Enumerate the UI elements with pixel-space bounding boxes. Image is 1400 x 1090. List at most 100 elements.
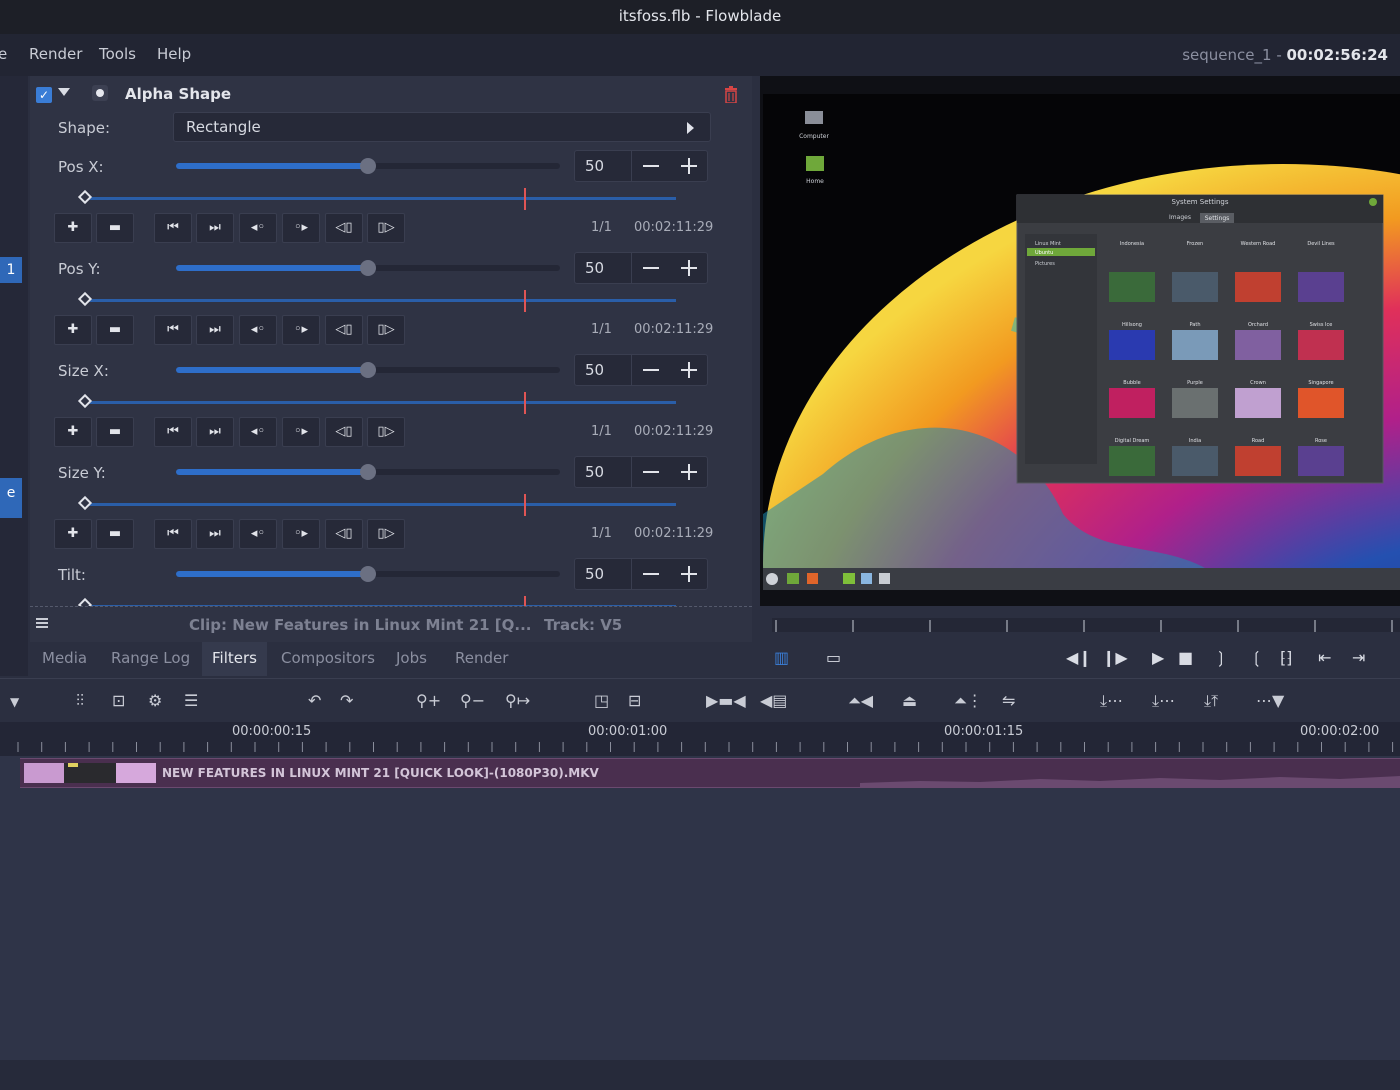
add-keyframe-icon[interactable]: ✚ xyxy=(54,417,92,447)
next-keyframe-icon[interactable]: ◦▸ xyxy=(282,213,320,243)
slider-knob[interactable] xyxy=(360,566,376,582)
param-value-spinner[interactable]: 50 xyxy=(574,354,708,386)
title-tool-icon[interactable]: ⊡ xyxy=(112,691,125,710)
minus-icon[interactable] xyxy=(643,471,659,473)
go-to-end-icon[interactable]: ⇥ xyxy=(1352,648,1365,667)
menu-item-tools[interactable]: Tools xyxy=(99,45,136,63)
param-value-spinner[interactable]: 50 xyxy=(574,252,708,284)
plus-icon[interactable] xyxy=(681,158,697,174)
overwrite-clip-icon[interactable]: ⋯▼ xyxy=(1256,691,1284,710)
keyframe-diamond-icon[interactable] xyxy=(77,393,93,409)
next-keyframe-icon[interactable]: ◦▸ xyxy=(282,315,320,345)
param-value[interactable]: 50 xyxy=(585,361,604,379)
mark-out-icon[interactable]: ❳ xyxy=(1214,648,1227,667)
menu-item-render[interactable]: Render xyxy=(29,45,82,63)
next-keyframe-icon[interactable]: ◦▸ xyxy=(282,519,320,549)
plus-icon[interactable] xyxy=(681,566,697,582)
keyframe-playhead[interactable] xyxy=(524,392,526,414)
last-keyframe-icon[interactable]: ⏭ xyxy=(196,315,234,345)
overwrite-icon[interactable]: ◀▤ xyxy=(760,691,787,710)
minus-icon[interactable] xyxy=(643,267,659,269)
minus-icon[interactable] xyxy=(643,369,659,371)
side-tab-2[interactable]: e xyxy=(0,478,22,518)
next-frame-icon[interactable]: ❙▶ xyxy=(1102,648,1128,667)
keyframe-track[interactable] xyxy=(77,596,676,606)
last-keyframe-icon[interactable]: ⏭ xyxy=(196,519,234,549)
menu-item-help[interactable]: Help xyxy=(157,45,191,63)
slider-knob[interactable] xyxy=(360,158,376,174)
keyframe-playhead[interactable] xyxy=(524,290,526,312)
param-value[interactable]: 50 xyxy=(585,259,604,277)
keyframe-playhead[interactable] xyxy=(524,188,526,210)
prev-keyframe-icon[interactable]: ◂◦ xyxy=(239,417,277,447)
keyframe-track[interactable] xyxy=(77,188,676,210)
keyframe-diamond-icon[interactable] xyxy=(77,597,93,606)
insert-icon[interactable]: ▶▬◀ xyxy=(706,691,746,710)
slider-knob[interactable] xyxy=(360,362,376,378)
add-keyframe-icon[interactable]: ✚ xyxy=(54,519,92,549)
collapse-triangle-icon[interactable] xyxy=(58,88,70,96)
first-keyframe-icon[interactable]: ⏮ xyxy=(154,417,192,447)
minus-icon[interactable] xyxy=(643,165,659,167)
delete-keyframe-icon[interactable]: ▬ xyxy=(96,213,134,243)
add-keyframe-icon[interactable]: ✚ xyxy=(54,315,92,345)
mixer-icon[interactable]: ⫶⫶ xyxy=(76,691,84,711)
side-tab-1[interactable]: 1 xyxy=(0,257,22,283)
undo-icon[interactable]: ↶ xyxy=(308,691,321,710)
plus-icon[interactable] xyxy=(681,362,697,378)
mark-in-icon[interactable]: ❲ xyxy=(1250,648,1263,667)
multitrim-icon[interactable]: ☰ xyxy=(184,691,198,710)
go-to-start-icon[interactable]: ⇤ xyxy=(1318,648,1331,667)
menu-item-partial[interactable]: e xyxy=(0,45,7,63)
param-slider[interactable] xyxy=(176,362,560,378)
param-value-spinner[interactable]: 50 xyxy=(574,150,708,182)
redo-icon[interactable]: ↷ xyxy=(340,691,353,710)
tab-jobs[interactable]: Jobs xyxy=(386,642,437,676)
prev-keyframe-icon[interactable]: ◂◦ xyxy=(239,519,277,549)
add-keyframe-icon[interactable]: ✚ xyxy=(54,213,92,243)
prev-frame-kf-icon[interactable]: ◁▯ xyxy=(325,315,363,345)
keyframe-track[interactable] xyxy=(77,494,676,516)
append-icon[interactable]: ⤓⋯ xyxy=(1100,691,1123,711)
filter-enable-checkbox[interactable]: ✓ xyxy=(36,87,52,103)
keyframe-diamond-icon[interactable] xyxy=(77,189,93,205)
param-slider[interactable] xyxy=(176,260,560,276)
delete-keyframe-icon[interactable]: ▬ xyxy=(96,519,134,549)
tab-render[interactable]: Render xyxy=(445,642,518,676)
timeline-clip[interactable]: NEW FEATURES IN LINUX MINT 21 [QUICK LOO… xyxy=(20,758,1400,788)
delete-keyframe-icon[interactable]: ▬ xyxy=(96,417,134,447)
slider-knob[interactable] xyxy=(360,464,376,480)
param-value-spinner[interactable]: 50 xyxy=(574,558,708,590)
next-keyframe-icon[interactable]: ◦▸ xyxy=(282,417,320,447)
tool-mode-dropdown-icon[interactable]: ▼ xyxy=(10,695,19,709)
keyframe-track[interactable] xyxy=(77,392,676,414)
prev-frame-kf-icon[interactable]: ◁▯ xyxy=(325,417,363,447)
last-keyframe-icon[interactable]: ⏭ xyxy=(196,213,234,243)
trash-icon[interactable] xyxy=(724,86,738,103)
param-slider[interactable] xyxy=(176,464,560,480)
monitor-position-bar[interactable] xyxy=(772,618,1400,632)
last-keyframe-icon[interactable]: ⏭ xyxy=(196,417,234,447)
plus-icon[interactable] xyxy=(681,464,697,480)
first-keyframe-icon[interactable]: ⏮ xyxy=(154,315,192,345)
param-value[interactable]: 50 xyxy=(585,157,604,175)
param-value[interactable]: 50 xyxy=(585,565,604,583)
play-icon[interactable]: ▶ xyxy=(1152,648,1164,667)
hamburger-menu-icon[interactable] xyxy=(36,618,48,628)
timeline-ruler[interactable]: 00:00:00:15 00:00:01:00 00:00:01:15 00:0… xyxy=(0,722,1400,756)
prev-keyframe-icon[interactable]: ◂◦ xyxy=(239,315,277,345)
tab-filters[interactable]: Filters xyxy=(202,642,267,676)
monitor-trim-view-icon[interactable]: ▭ xyxy=(826,648,841,667)
zoom-fit-icon[interactable]: ⚲↦ xyxy=(505,691,530,710)
prev-keyframe-icon[interactable]: ◂◦ xyxy=(239,213,277,243)
param-value-spinner[interactable]: 50 xyxy=(574,456,708,488)
zoom-out-icon[interactable]: ⚲− xyxy=(460,691,485,710)
delete-keyframe-icon[interactable]: ▬ xyxy=(96,315,134,345)
prev-frame-icon[interactable]: ◀❙ xyxy=(1066,648,1092,667)
first-keyframe-icon[interactable]: ⏮ xyxy=(154,213,192,243)
tab-compositors[interactable]: Compositors xyxy=(271,642,385,676)
keyframe-playhead[interactable] xyxy=(524,596,526,606)
split-icon[interactable]: ⊟ xyxy=(628,691,641,710)
param-value[interactable]: 50 xyxy=(585,463,604,481)
resync-icon[interactable]: ◳ xyxy=(594,691,609,710)
